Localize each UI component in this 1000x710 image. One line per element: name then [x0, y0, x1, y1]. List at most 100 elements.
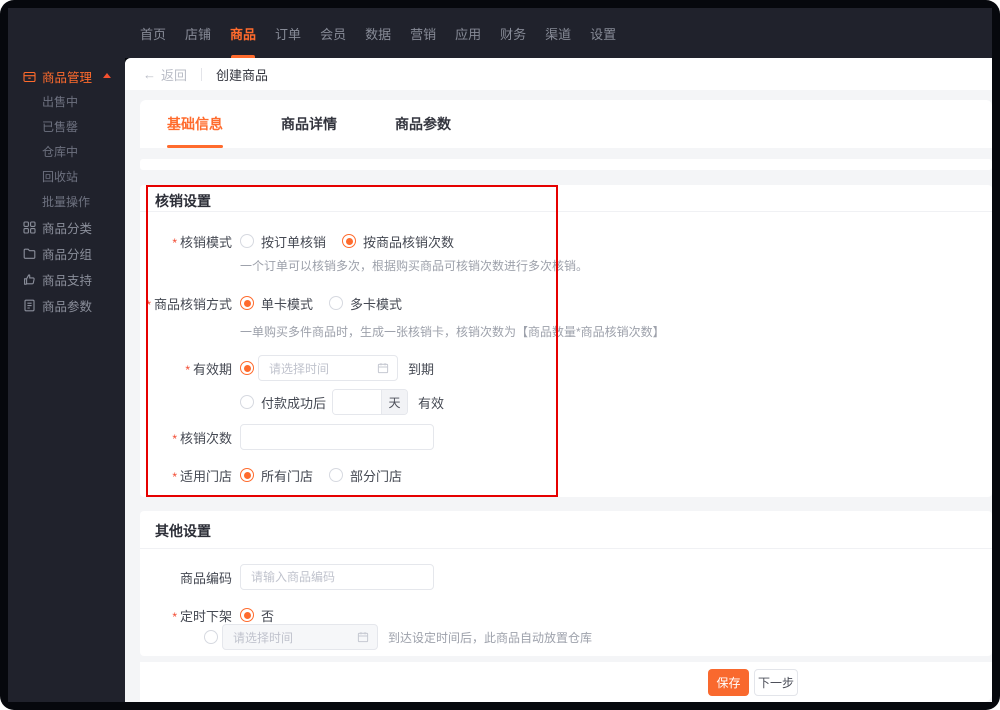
section-divider — [140, 548, 992, 549]
sidebar-item-goods-support[interactable]: 商品支持 — [8, 266, 125, 292]
nav-item-apps[interactable]: 应用 — [455, 8, 481, 58]
sidebar-item-in-warehouse[interactable]: 仓库中 — [8, 139, 125, 164]
document-icon — [23, 299, 36, 312]
tab-basic-info[interactable]: 基础信息 — [167, 100, 223, 148]
radio-all-stores-circle[interactable] — [240, 468, 254, 482]
nav-item-members[interactable]: 会员 — [320, 8, 346, 58]
save-button[interactable]: 保存 — [708, 669, 749, 696]
sidebar-item-label: 商品分类 — [42, 221, 93, 236]
radio-multi-card[interactable]: 多卡模式 — [329, 294, 402, 313]
verify-mode-help: 一个订单可以核销多次，根据购买商品可核销次数进行多次核销。 — [240, 259, 589, 273]
section-strip — [140, 159, 992, 170]
tab-goods-params[interactable]: 商品参数 — [395, 100, 451, 148]
valid-suffix: 有效 — [418, 395, 445, 411]
schedule-note: 到达设定时间后，此商品自动放置仓库 — [388, 630, 593, 645]
schedule-time-row: 请选择时间 到达设定时间后，此商品自动放置仓库 — [204, 624, 592, 650]
section-title: 其他设置 — [155, 523, 211, 539]
sidebar-item-label: 商品支持 — [42, 273, 93, 288]
breadcrumb-divider — [201, 67, 203, 81]
tab-bar: 基础信息 商品详情 商品参数 — [140, 100, 992, 148]
sidebar-item-recycle-bin[interactable]: 回收站 — [8, 164, 125, 189]
section-title: 核销设置 — [155, 193, 211, 209]
back-label: 返回 — [161, 67, 188, 83]
schedule-off-row: * 定时下架 否 — [140, 605, 290, 625]
radio-partial-stores-circle[interactable] — [329, 468, 344, 482]
sidebar-item-goods-manage[interactable]: 商品管理 — [8, 63, 125, 89]
nav-item-shop[interactable]: 店铺 — [185, 8, 211, 58]
grid-icon — [23, 220, 36, 234]
required-mark: * — [172, 469, 177, 484]
radio-after-payment[interactable] — [240, 395, 254, 409]
field-label: * 有效期 — [185, 361, 232, 377]
after-payment-label: 付款成功后 — [261, 395, 327, 411]
radio-single-card-circle[interactable] — [240, 296, 254, 310]
valid-days-input[interactable] — [333, 390, 382, 414]
stores-row: * 适用门店 所有门店 部分门店 — [140, 462, 418, 488]
date-placeholder: 请选择时间 — [233, 630, 294, 645]
validity-date-row: * 有效期 请选择时间 到期 — [140, 355, 434, 381]
radio-schedule-time[interactable] — [204, 630, 218, 644]
nav-item-goods-label: 商品 — [230, 26, 257, 42]
field-label: * 核销模式 — [172, 234, 232, 250]
nav-item-finance[interactable]: 财务 — [500, 8, 526, 58]
verification-settings-card: 核销设置 * 核销模式 按订单核销 按商品核销次数 一个订单可以核销多次，根据购买… — [140, 185, 992, 497]
radio-expiry-date[interactable] — [240, 361, 254, 375]
goods-code-row: 商品编码 — [140, 564, 434, 590]
breadcrumb: ← 返回 创建商品 — [125, 58, 992, 90]
required-mark: * — [172, 609, 177, 624]
validity-days-row: 付款成功后 天 有效 — [140, 389, 444, 415]
field-label: * 核销次数 — [172, 430, 232, 446]
schedule-date-picker[interactable]: 请选择时间 — [222, 624, 378, 650]
expiry-date-picker[interactable]: 请选择时间 — [258, 355, 398, 381]
required-mark: * — [146, 297, 151, 312]
field-label: 商品编码 — [179, 570, 232, 586]
folder-icon — [23, 247, 36, 260]
radio-all-stores[interactable]: 所有门店 — [240, 466, 313, 485]
field-label: * 适用门店 — [172, 468, 232, 484]
radio-label: 按订单核销 — [261, 234, 327, 250]
back-button[interactable]: ← 返回 — [143, 65, 187, 84]
card-mode-row: * 商品核销方式 单卡模式 多卡模式 — [140, 290, 418, 316]
radio-single-card[interactable]: 单卡模式 — [240, 294, 313, 313]
radio-by-order-circle[interactable] — [240, 234, 254, 248]
nav-item-goods[interactable]: 商品 — [230, 8, 256, 58]
sidebar-item-goods-group[interactable]: 商品分组 — [8, 240, 125, 266]
card-mode-help: 一单购买多件商品时，生成一张核销卡，核销次数为【商品数量*商品核销次数】 — [240, 325, 665, 339]
sidebar-item-goods-category[interactable]: 商品分类 — [8, 214, 125, 240]
verify-count-row: * 核销次数 — [140, 424, 434, 450]
radio-schedule-no[interactable]: 否 — [240, 606, 274, 625]
sidebar-item-label: 商品分组 — [42, 247, 93, 262]
radio-multi-card-circle[interactable] — [329, 296, 344, 310]
date-placeholder: 请选择时间 — [269, 361, 330, 376]
required-mark: * — [172, 235, 177, 250]
goods-manage-icon — [23, 70, 36, 83]
sidebar-item-goods-params[interactable]: 商品参数 — [8, 292, 125, 318]
sidebar-item-batch-ops[interactable]: 批量操作 — [8, 189, 125, 214]
section-divider — [140, 211, 992, 212]
sidebar-item-label: 商品参数 — [42, 299, 93, 314]
caret-up-icon — [103, 73, 111, 78]
radio-by-product-times[interactable]: 按商品核销次数 — [342, 232, 454, 251]
radio-label: 单卡模式 — [261, 296, 314, 312]
radio-partial-stores[interactable]: 部分门店 — [329, 466, 402, 485]
footer-action-bar: 保存 下一步 — [140, 662, 992, 702]
nav-item-data[interactable]: 数据 — [365, 8, 391, 58]
verify-count-input[interactable] — [240, 424, 434, 450]
radio-by-product-times-circle[interactable] — [342, 234, 357, 248]
nav-item-settings[interactable]: 设置 — [590, 8, 616, 58]
nav-item-channels[interactable]: 渠道 — [545, 8, 571, 58]
radio-label: 多卡模式 — [350, 296, 403, 312]
radio-by-order[interactable]: 按订单核销 — [240, 232, 326, 251]
radio-schedule-no-circle[interactable] — [240, 608, 254, 622]
next-step-button[interactable]: 下一步 — [754, 669, 798, 696]
nav-item-marketing[interactable]: 营销 — [410, 8, 436, 58]
valid-days-group: 天 — [332, 389, 409, 415]
nav-item-orders[interactable]: 订单 — [275, 8, 301, 58]
verify-mode-row: * 核销模式 按订单核销 按商品核销次数 — [140, 228, 470, 254]
goods-code-input[interactable] — [240, 564, 434, 590]
tab-goods-detail[interactable]: 商品详情 — [281, 100, 337, 148]
sidebar-item-on-sale[interactable]: 出售中 — [8, 89, 125, 114]
expiry-suffix: 到期 — [408, 361, 435, 377]
nav-item-home[interactable]: 首页 — [140, 8, 166, 58]
sidebar-item-sold-out[interactable]: 已售罄 — [8, 114, 125, 139]
